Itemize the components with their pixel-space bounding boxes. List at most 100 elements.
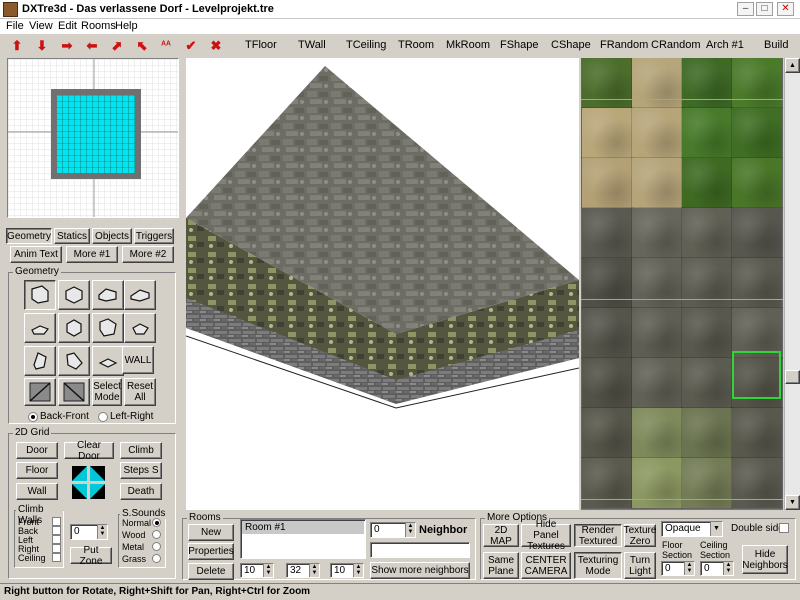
texture-tile[interactable] [681, 58, 733, 109]
texture-tile[interactable] [581, 107, 633, 159]
turn-light-button[interactable]: Turn Light [624, 552, 656, 579]
minimize-button[interactable]: – [737, 2, 754, 16]
room-y-field[interactable]: 32 ▲ ▼ [286, 563, 320, 578]
texture-zero-button[interactable]: Texture Zero [624, 524, 656, 547]
chevron-down-icon[interactable]: ▼ [710, 522, 722, 536]
texture-tile[interactable] [731, 457, 783, 509]
geometry-shape-button[interactable] [92, 346, 124, 376]
clear-door-button[interactable]: Clear Door [64, 440, 114, 462]
center-camera-button[interactable]: CENTER CAMERA [521, 552, 571, 579]
geometry-shape-button[interactable] [124, 280, 156, 310]
same-plane-button[interactable]: Same Plane [483, 552, 519, 579]
scroll-down-button[interactable]: ▼ [785, 495, 800, 510]
texture-tile[interactable] [731, 107, 783, 159]
scroll-up-button[interactable]: ▲ [785, 58, 800, 73]
texture-tile[interactable] [681, 307, 733, 359]
put-zone-button[interactable]: Put Zone [70, 545, 112, 567]
scroll-thumb[interactable] [785, 370, 800, 384]
cshape-button[interactable]: CShape [551, 39, 591, 51]
menu-help[interactable]: Help [115, 20, 138, 32]
climb-back-checkbox[interactable] [52, 526, 61, 535]
menu-view[interactable]: View [29, 20, 53, 32]
texture-tile[interactable] [581, 457, 633, 509]
neighbor-spinner[interactable]: ▲ ▼ [405, 523, 415, 537]
room-list-item[interactable]: Room #1 [242, 521, 364, 534]
geometry-shape-button[interactable] [58, 313, 90, 343]
double-side-checkbox[interactable] [779, 523, 789, 533]
climb-button[interactable]: Climb [120, 442, 162, 459]
texture-tile[interactable] [631, 207, 683, 259]
slope-right-button[interactable] [58, 378, 90, 406]
geometry-shape-button[interactable] [24, 313, 56, 343]
geometry-shape-button[interactable] [124, 313, 156, 343]
geometry-shape-button[interactable] [92, 313, 124, 343]
troom-button[interactable]: TRoom [398, 39, 434, 51]
texture-tile[interactable] [581, 407, 633, 459]
tab-geometry[interactable]: Geometry [6, 228, 52, 244]
floor-section-spinner[interactable]: ▲ ▼ [684, 562, 694, 575]
texture-tile[interactable] [631, 307, 683, 359]
arrow-up-icon[interactable]: ⬆ [8, 38, 26, 54]
room-list[interactable]: Room #1 [240, 519, 366, 559]
twall-button[interactable]: TWall [298, 39, 326, 51]
texture-scrollbar[interactable]: ▲ ▼ [784, 58, 800, 510]
texture-tile[interactable] [681, 107, 733, 159]
direction-arrows-icon[interactable] [72, 466, 106, 500]
tfloor-button[interactable]: TFloor [245, 39, 277, 51]
texture-tile[interactable] [681, 357, 733, 409]
geometry-shape-button[interactable] [92, 280, 124, 310]
sound-wood-radio[interactable] [152, 530, 161, 539]
tab-more1[interactable]: More #1 [66, 246, 118, 263]
viewport-3d[interactable] [186, 58, 579, 510]
wall-button[interactable]: Wall [16, 483, 58, 500]
room-x-field[interactable]: 10 ▲ ▼ [240, 563, 274, 578]
minimap-panel[interactable] [7, 58, 179, 218]
climb-right-checkbox[interactable] [52, 544, 61, 553]
floor-button[interactable]: Floor [16, 462, 58, 479]
texture-tile[interactable] [581, 257, 633, 309]
climb-value-spinner[interactable]: ▲ ▼ [97, 525, 107, 539]
death-button[interactable]: Death [120, 483, 162, 500]
texture-tile[interactable] [731, 157, 783, 209]
ceiling-section-spinner[interactable]: ▲ ▼ [723, 562, 733, 575]
tab-triggers[interactable]: Triggers [134, 228, 174, 244]
texture-tile[interactable] [631, 157, 683, 209]
wall-shape-button[interactable]: WALL [122, 346, 154, 374]
texture-tile[interactable] [581, 157, 633, 209]
checkmark-icon[interactable]: ✔ [182, 38, 200, 54]
menu-edit[interactable]: Edit [58, 20, 77, 32]
2d-map-button[interactable]: 2D MAP [483, 524, 519, 547]
select-mode-button[interactable]: Select Mode [92, 378, 122, 406]
neighbor-value-field[interactable]: 0 ▲ ▼ [370, 522, 416, 538]
show-more-neighbors-button[interactable]: Show more neighbors [370, 562, 470, 579]
frandom-button[interactable]: FRandom [600, 39, 648, 51]
app-icon[interactable] [3, 2, 18, 17]
back-front-radio[interactable] [28, 412, 38, 422]
opacity-select[interactable]: Opaque ▼ [661, 521, 723, 537]
neighbor-name-field[interactable] [370, 542, 470, 558]
build-button[interactable]: Build [764, 39, 788, 51]
room-z-field[interactable]: 10 ▲ ▼ [330, 563, 364, 578]
texture-tile[interactable] [681, 207, 733, 259]
texture-tile[interactable] [681, 157, 733, 209]
texture-tile[interactable] [581, 357, 633, 409]
tab-statics[interactable]: Statics [54, 228, 90, 244]
slope-left-button[interactable] [24, 378, 56, 406]
room-y-spinner[interactable]: ▲ ▼ [309, 564, 319, 577]
tab-more2[interactable]: More #2 [122, 246, 174, 263]
climb-front-checkbox[interactable] [52, 517, 61, 526]
texture-tile[interactable] [681, 257, 733, 309]
texture-tile[interactable] [731, 407, 783, 459]
tceiling-button[interactable]: TCeiling [346, 39, 386, 51]
menu-rooms[interactable]: Rooms [81, 20, 116, 32]
texture-tile[interactable] [581, 58, 633, 109]
texture-tile[interactable] [631, 457, 683, 509]
climb-value-field[interactable]: 0 ▲ ▼ [70, 524, 108, 540]
floor-section-field[interactable]: 0 ▲ ▼ [661, 561, 695, 576]
texture-tile[interactable] [631, 407, 683, 459]
texture-tile[interactable] [581, 207, 633, 259]
arrow-diag-up-icon[interactable]: ⬈ [108, 38, 126, 54]
geometry-shape-button[interactable] [58, 346, 90, 376]
letters-aa-icon[interactable]: ᴬᴬ [157, 38, 175, 54]
tab-anim-text[interactable]: Anim Text [10, 246, 62, 263]
